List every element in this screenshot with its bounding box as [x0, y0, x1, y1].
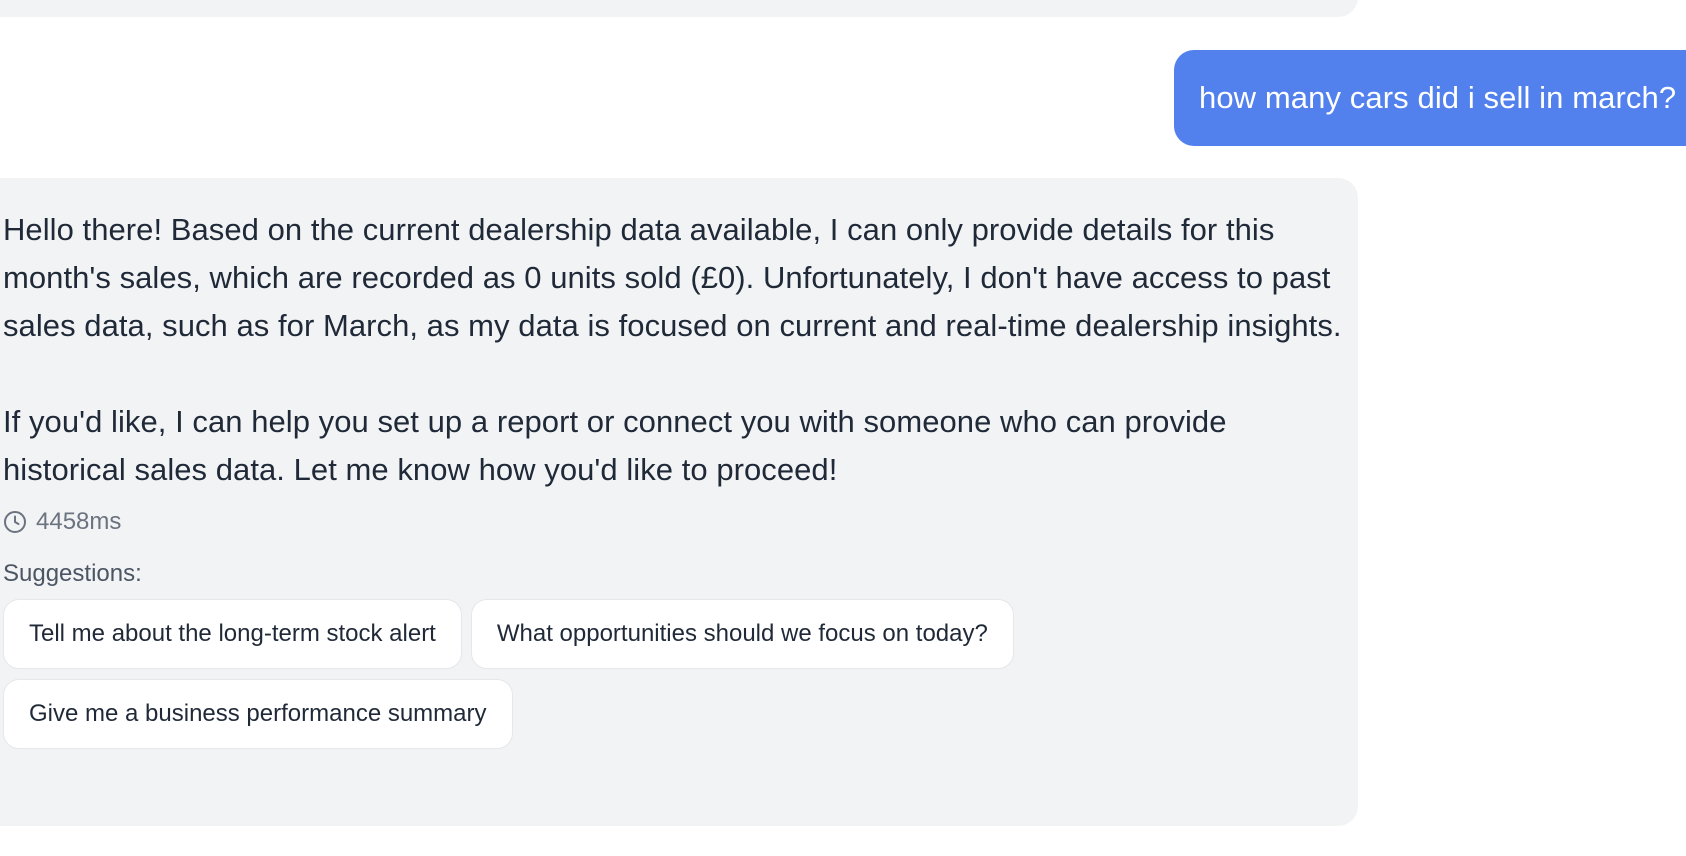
response-time: 4458ms	[3, 502, 1343, 542]
response-time-value: 4458ms	[36, 508, 122, 535]
suggestions-label: Suggestions:	[3, 560, 142, 587]
previous-message-bubble	[0, 0, 1358, 17]
clock-icon	[4, 511, 26, 533]
suggestion-chips: Tell me about the long-term stock alert …	[3, 599, 1163, 749]
assistant-message-content: Hello there! Based on the current dealer…	[3, 206, 1343, 749]
assistant-paragraph: If you'd like, I can help you set up a r…	[3, 404, 1227, 487]
suggestion-chip-stock-alert[interactable]: Tell me about the long-term stock alert	[3, 599, 462, 669]
user-message-text: how many cars did i sell in march?	[1199, 80, 1677, 115]
suggestion-chip-opportunities[interactable]: What opportunities should we focus on to…	[470, 599, 1014, 669]
suggestion-chip-performance-summary[interactable]: Give me a business performance summary	[3, 679, 513, 749]
user-message-bubble: how many cars did i sell in march?	[1174, 50, 1686, 146]
assistant-paragraph: Hello there! Based on the current dealer…	[3, 212, 1342, 343]
chat-thread: how many cars did i sell in march? Hello…	[0, 0, 1686, 856]
